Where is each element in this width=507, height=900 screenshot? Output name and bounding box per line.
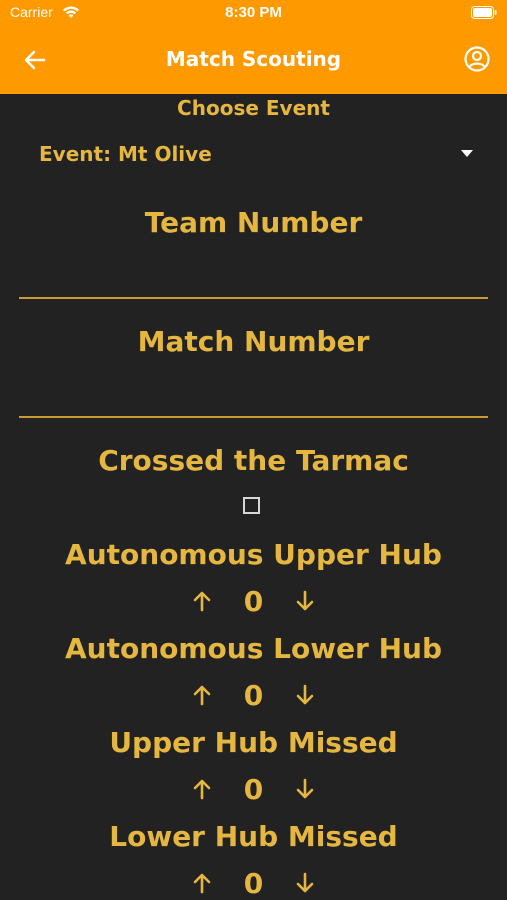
crossed-tarmac-label: Crossed the Tarmac [98, 444, 409, 477]
status-time: 8:30 PM [225, 4, 282, 21]
counter-label: Autonomous Lower Hub [64, 632, 443, 665]
counter-stepper: 0 [0, 773, 507, 806]
decrement-arrow-icon[interactable] [293, 683, 317, 707]
match-number-label: Match Number [137, 325, 370, 358]
increment-arrow-icon[interactable] [190, 777, 214, 801]
counter-stepper: 0 [0, 585, 507, 618]
counter-label: Autonomous Upper Hub [65, 538, 442, 571]
counter-value: 0 [243, 585, 264, 618]
counter-stepper: 0 [0, 679, 507, 712]
team-number-input[interactable] [19, 297, 488, 299]
page-title: Match Scouting [165, 47, 342, 71]
team-number-label: Team Number [144, 206, 363, 239]
choose-event-label: Choose Event [177, 96, 330, 120]
app-header: Carrier 8:30 PM Match Scouting [0, 0, 507, 94]
increment-arrow-icon[interactable] [190, 589, 214, 613]
dropdown-caret-icon[interactable] [461, 150, 473, 157]
crossed-tarmac-checkbox[interactable] [243, 497, 260, 514]
decrement-arrow-icon[interactable] [293, 871, 317, 895]
counter-label: Upper Hub Missed [109, 726, 398, 759]
increment-arrow-icon[interactable] [190, 683, 214, 707]
increment-arrow-icon[interactable] [190, 871, 214, 895]
status-bar: Carrier 8:30 PM [0, 0, 507, 28]
match-number-input[interactable] [19, 416, 488, 418]
counter-value: 0 [243, 679, 264, 712]
counter-value: 0 [243, 867, 264, 900]
counter-value: 0 [243, 773, 264, 806]
decrement-arrow-icon[interactable] [293, 589, 317, 613]
decrement-arrow-icon[interactable] [293, 777, 317, 801]
counter-stepper: 0 [0, 867, 507, 900]
battery-icon [471, 6, 497, 19]
event-dropdown[interactable]: Event: Mt Olive [39, 142, 212, 166]
account-circle-icon[interactable] [463, 45, 491, 73]
counter-label: Lower Hub Missed [109, 820, 398, 853]
